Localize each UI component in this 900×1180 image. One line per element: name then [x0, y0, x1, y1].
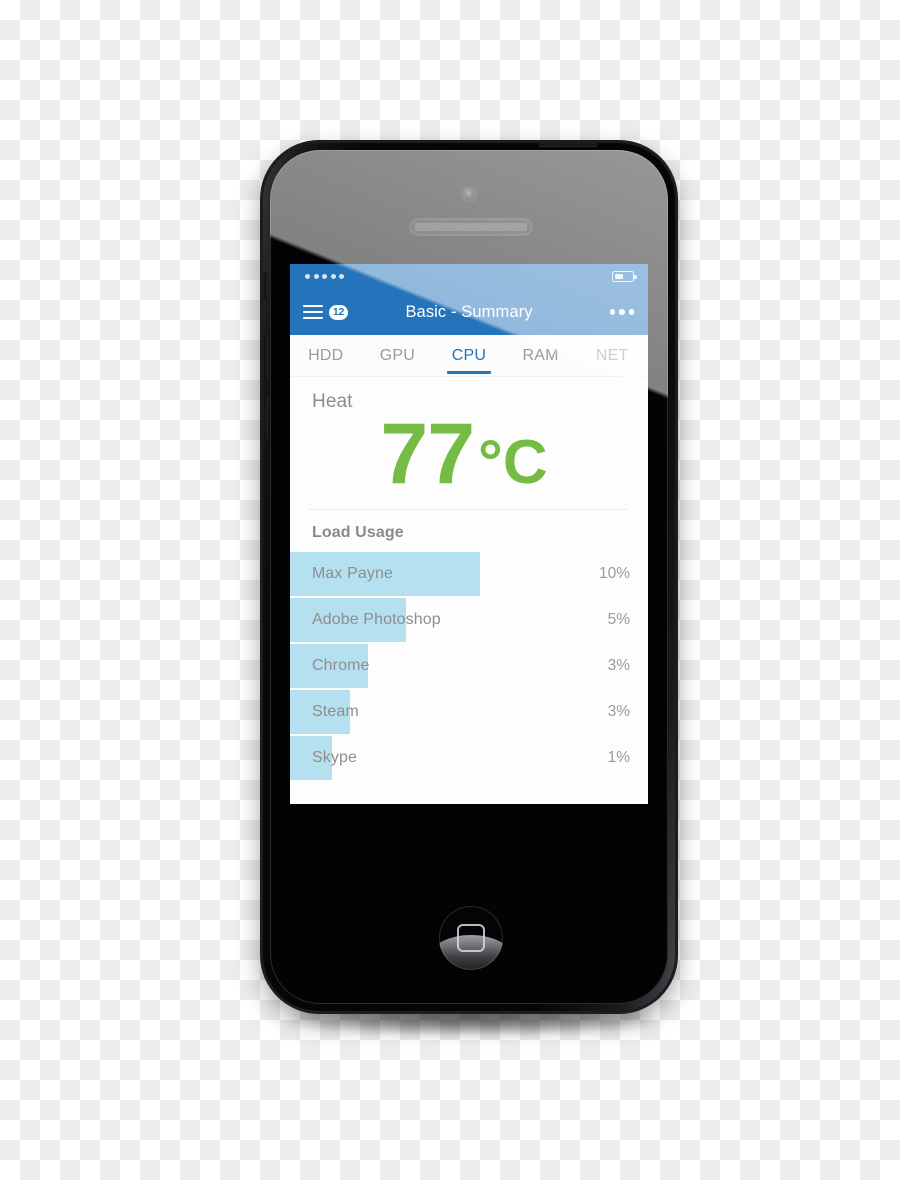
list-item[interactable]: Max Payne 10%: [290, 552, 648, 596]
home-square-icon: [457, 924, 485, 952]
battery-icon: [612, 271, 637, 282]
app-name: Chrome: [312, 657, 370, 674]
app-name: Adobe Photoshop: [312, 611, 441, 628]
tab-gpu-label: GPU: [379, 346, 416, 364]
volume-down-button[interactable]: [263, 395, 268, 439]
tab-net-label: NET: [595, 346, 629, 364]
tab-bar: HDD GPU CPU RAM NET: [290, 335, 648, 377]
usage-percent: 1%: [607, 749, 630, 766]
tab-ram[interactable]: RAM: [505, 335, 577, 376]
tab-ram-label: RAM: [522, 346, 559, 364]
power-button[interactable]: [539, 143, 597, 147]
usage-percent: 3%: [607, 703, 630, 720]
load-usage-list: Max Payne 10% Adobe Photoshop 5% Chrome …: [290, 552, 648, 780]
usage-percent: 3%: [607, 657, 630, 674]
app-name: Skype: [312, 749, 357, 766]
app-header: 12 Basic - Summary: [290, 264, 648, 335]
notification-badge[interactable]: 12: [329, 304, 348, 320]
tab-cpu-label: CPU: [451, 346, 487, 364]
nav-left-group: 12: [303, 304, 348, 320]
usage-percent: 10%: [598, 565, 630, 582]
content-area: Heat 77°C Load Usage Max Payne 10% Adobe…: [290, 377, 648, 804]
app-name: Max Payne: [312, 565, 393, 582]
heat-unit: °C: [478, 428, 548, 497]
load-usage-title: Load Usage: [312, 524, 404, 541]
home-button[interactable]: [439, 906, 503, 970]
heat-section: Heat 77°C: [290, 377, 648, 497]
smartphone-device: 12 Basic - Summary HDD GPU CPU RAM NET H…: [263, 143, 675, 1011]
volume-up-button[interactable]: [263, 335, 268, 379]
tab-net[interactable]: NET: [576, 335, 648, 376]
earpiece-speaker-icon: [411, 220, 531, 234]
tab-cpu[interactable]: CPU: [433, 335, 505, 376]
heat-reading: 77°C: [312, 411, 626, 497]
list-item[interactable]: Skype 1%: [290, 736, 648, 780]
navigation-bar: 12 Basic - Summary: [290, 289, 648, 335]
tab-gpu[interactable]: GPU: [362, 335, 434, 376]
list-item[interactable]: Steam 3%: [290, 690, 648, 734]
list-item[interactable]: Adobe Photoshop 5%: [290, 598, 648, 642]
list-item[interactable]: Chrome 3%: [290, 644, 648, 688]
usage-percent: 5%: [607, 611, 630, 628]
status-bar: [290, 264, 648, 289]
mute-switch[interactable]: [263, 273, 268, 299]
more-options-icon[interactable]: [609, 309, 634, 315]
phone-screen: 12 Basic - Summary HDD GPU CPU RAM NET H…: [290, 264, 648, 804]
tab-hdd[interactable]: HDD: [290, 335, 362, 376]
front-camera-icon: [463, 188, 476, 201]
signal-strength-icon: [305, 274, 344, 279]
app-name: Steam: [312, 703, 359, 720]
hamburger-menu-icon[interactable]: [303, 304, 323, 320]
tab-hdd-label: HDD: [308, 346, 344, 364]
phone-front-face: 12 Basic - Summary HDD GPU CPU RAM NET H…: [270, 150, 668, 1004]
heat-value: 77: [380, 406, 475, 502]
